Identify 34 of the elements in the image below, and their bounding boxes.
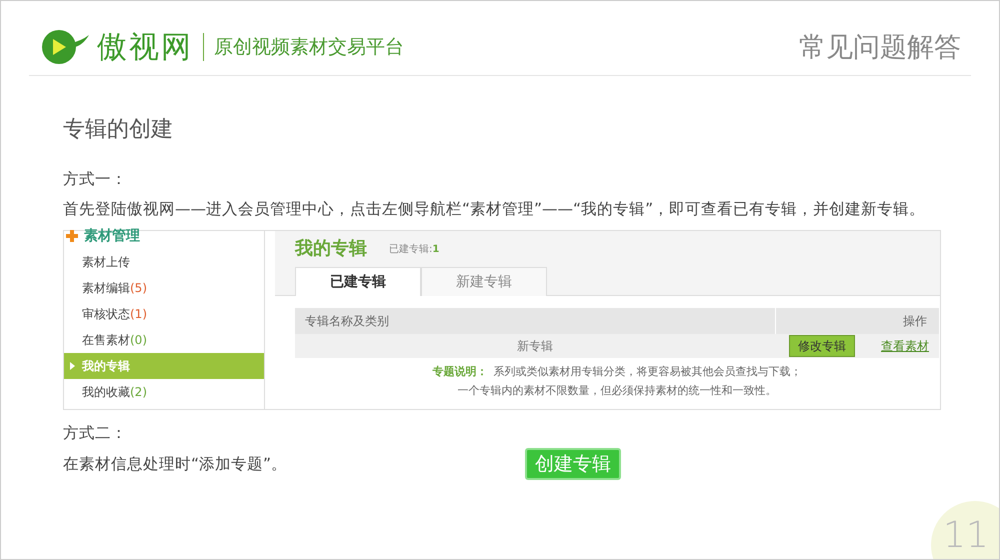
section-heading: 专辑的创建: [63, 116, 174, 144]
sidebar-item[interactable]: 审核状态(1): [64, 301, 264, 327]
caret-icon: [70, 362, 75, 370]
method-description: 首先登陆傲视网——进入会员管理中心，点击左侧导航栏“素材管理”——“我的专辑”，即可查看已有专辑，并创建新专辑。: [63, 199, 926, 220]
item-count: (1): [130, 307, 147, 321]
play-logo-icon: [41, 29, 91, 65]
method-label: 方式二：: [63, 423, 128, 444]
logo-tagline: 原创视频素材交易平台: [214, 35, 404, 60]
method-label: 方式一：: [63, 169, 128, 190]
logo-name: 傲视网: [97, 28, 193, 66]
item-count: (0): [130, 333, 147, 347]
plus-icon: [66, 230, 78, 242]
view-link[interactable]: 查看素材: [881, 338, 929, 354]
page-number: 11: [931, 501, 999, 559]
created-label: 已建专辑:: [389, 244, 432, 254]
note-text: 系列或类似素材用专辑分类，将更容易被其他会员查找与下载；: [494, 364, 802, 379]
tab[interactable]: 已建专辑: [295, 267, 421, 296]
item-count: (5): [130, 281, 147, 295]
note-label: 专题说明：: [432, 364, 488, 379]
edit-button[interactable]: 修改专辑: [789, 335, 855, 357]
sidebar-item[interactable]: 我的收藏(2): [64, 379, 264, 405]
method-description: 在素材信息处理时“添加专题”。: [63, 454, 288, 475]
created-count: 1: [432, 244, 440, 254]
page-title: 我的专辑: [295, 237, 367, 260]
sidebar-item[interactable]: 在售素材(0): [64, 327, 264, 353]
item-count: (2): [130, 385, 147, 399]
slide-title: 常见问题解答: [799, 31, 961, 65]
column-header: 操作: [903, 314, 927, 328]
sidebar-title: 素材管理: [84, 227, 140, 245]
sidebar-item[interactable]: 素材上传: [64, 249, 264, 275]
table-cell: 新专辑: [517, 338, 553, 352]
note-text: 一个专辑内的素材不限数量，但必须保持素材的统一性和一致性。: [458, 383, 776, 398]
column-header: 专辑名称及类别: [305, 312, 389, 330]
sidebar-item[interactable]: 素材编辑(5): [64, 275, 264, 301]
